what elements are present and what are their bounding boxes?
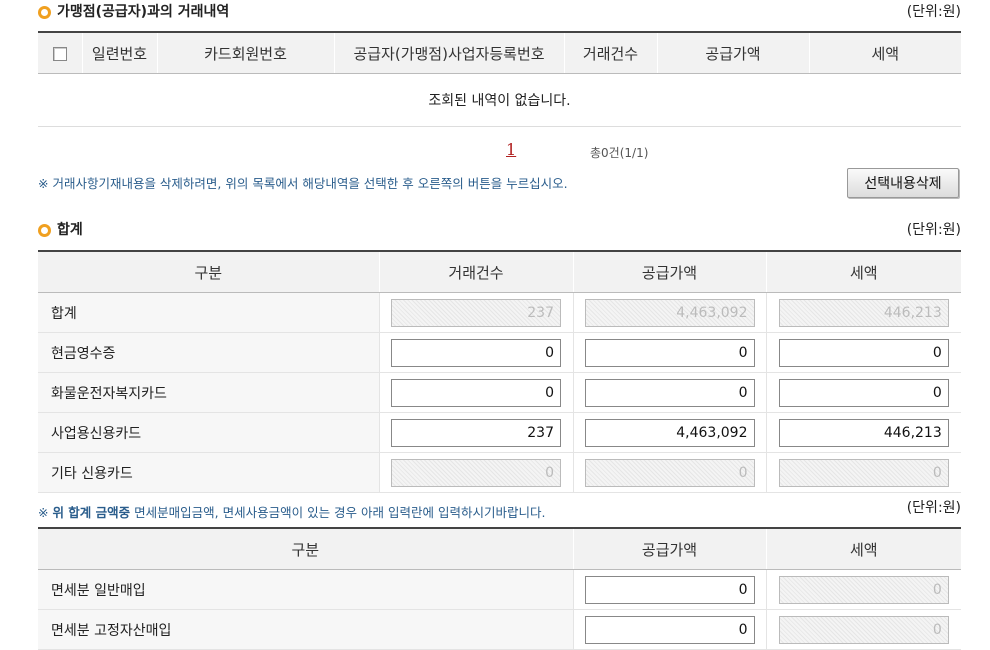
table-header-row: 일련번호 카드회원번호 공급자(가맹점)사업자등록번호 거래건수 공급가액 세액 [38, 31, 961, 74]
cash-receipt-tax-field[interactable] [778, 338, 949, 367]
row-label: 면세분 고정자산매입 [38, 609, 573, 650]
section-transactions-header: 가맹점(공급자)과의 거래내역 (단위:원) [38, 0, 961, 24]
total-count: 총0건(1/1) [590, 146, 649, 160]
col-header: 세액 [765, 527, 961, 570]
col-header: 카드회원번호 [156, 31, 334, 74]
row-label: 현금영수증 [38, 332, 379, 373]
freight-card-supply-field[interactable] [584, 378, 755, 407]
row-label: 화물운전자복지카드 [38, 372, 379, 413]
summary-table: 구분 거래건수 공급가액 세액 합계 현금영수증 화물운전자복지카드 사업용신용… [38, 250, 961, 493]
table-row: 현금영수증 [38, 332, 961, 373]
other-card-count-field [391, 458, 561, 487]
table-row: 조회된 내역이 없습니다. [38, 73, 961, 127]
delete-selected-button[interactable]: 선택내용삭제 [847, 168, 959, 198]
exempt-general-tax-field [778, 575, 949, 604]
table-header-row: 구분 거래건수 공급가액 세액 [38, 250, 961, 293]
table-row: 사업용신용카드 [38, 412, 961, 453]
tax-exempt-table: 구분 공급가액 세액 면세분 일반매입 면세분 고정자산매입 [38, 527, 961, 650]
page-link-1[interactable]: 1 [506, 140, 516, 159]
other-card-supply-field [584, 458, 755, 487]
exempt-general-supply-field[interactable] [584, 575, 755, 604]
row-label: 기타 신용카드 [38, 452, 379, 493]
delete-notice: ※ 거래사항기재내용을 삭제하려면, 위의 목록에서 해당내역을 선택한 후 오… [38, 176, 568, 191]
total-count-field [391, 298, 561, 327]
cash-receipt-count-field[interactable] [391, 338, 561, 367]
total-tax-field [778, 298, 949, 327]
unit-label: (단위:원) [906, 500, 961, 516]
section-title: 합계 [57, 222, 83, 238]
col-header: 공급가액 [656, 31, 809, 74]
col-header: 거래건수 [563, 31, 657, 74]
unit-label: (단위:원) [906, 4, 961, 20]
col-header: 세액 [765, 250, 961, 293]
freight-card-count-field[interactable] [391, 378, 561, 407]
unit-label: (단위:원) [906, 222, 961, 238]
table-row: 면세분 일반매입 [38, 569, 961, 610]
col-header: 공급가액 [572, 527, 766, 570]
col-header: 일련번호 [81, 31, 157, 74]
table-row: 화물운전자복지카드 [38, 372, 961, 413]
select-all-checkbox[interactable] [52, 46, 67, 61]
tax-exempt-notice: ※ 위 합계 금액중 면세분매입금액, 면세사용금액이 있는 경우 아래 입력란… [38, 505, 546, 520]
other-card-tax-field [778, 458, 949, 487]
business-card-supply-field[interactable] [584, 418, 755, 447]
col-header: 세액 [808, 31, 961, 74]
col-header: 공급가액 [572, 250, 766, 293]
row-label: 합계 [38, 292, 379, 333]
transactions-table: 일련번호 카드회원번호 공급자(가맹점)사업자등록번호 거래건수 공급가액 세액… [38, 31, 961, 127]
section-title: 가맹점(공급자)과의 거래내역 [57, 4, 230, 20]
empty-message: 조회된 내역이 없습니다. [38, 73, 961, 127]
col-header: 구분 [38, 250, 379, 293]
business-card-tax-field[interactable] [778, 418, 949, 447]
bullet-icon [38, 223, 51, 237]
total-supply-field [584, 298, 755, 327]
exempt-fixed-asset-supply-field[interactable] [584, 615, 755, 644]
select-all-cell [38, 31, 82, 74]
exempt-fixed-asset-tax-field [778, 615, 949, 644]
business-card-count-field[interactable] [391, 418, 561, 447]
col-header: 공급자(가맹점)사업자등록번호 [333, 31, 564, 74]
col-header: 구분 [38, 527, 573, 570]
row-label: 면세분 일반매입 [38, 569, 573, 610]
col-header: 거래건수 [378, 250, 573, 293]
section-summary-header: 합계 (단위:원) [38, 218, 961, 242]
freight-card-tax-field[interactable] [778, 378, 949, 407]
table-row: 면세분 고정자산매입 [38, 609, 961, 650]
bullet-icon [38, 5, 51, 19]
cash-receipt-supply-field[interactable] [584, 338, 755, 367]
table-row: 기타 신용카드 [38, 452, 961, 493]
notice-emphasis: 위 합계 금액중 [52, 505, 131, 520]
row-label: 사업용신용카드 [38, 412, 379, 453]
table-row: 합계 [38, 292, 961, 333]
table-header-row: 구분 공급가액 세액 [38, 527, 961, 570]
